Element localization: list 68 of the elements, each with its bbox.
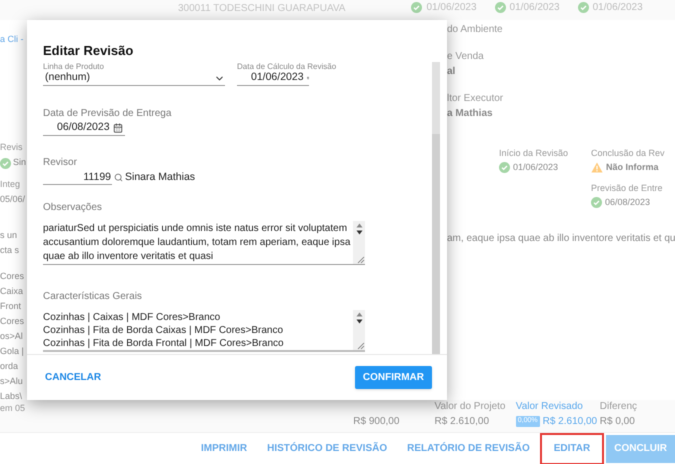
background-text: s un bbox=[0, 229, 18, 242]
background-text: 05/06/ bbox=[0, 193, 26, 206]
background-text: Sin bbox=[13, 156, 26, 170]
action-button[interactable]: IMPRIMIR bbox=[193, 434, 256, 462]
background-text: Gola | bbox=[0, 345, 24, 358]
field-label: Observações bbox=[43, 200, 103, 215]
date-value: 01/06/2023 bbox=[592, 1, 643, 15]
background-label: do Ambiente bbox=[447, 23, 504, 37]
background-label: e Venda bbox=[447, 50, 485, 64]
action-button[interactable]: HISTÓRICO DE REVISÃO bbox=[259, 434, 396, 462]
background-paragraph: am, eaque ipsa quae ab illo inventore veritatis et qu bbox=[447, 232, 675, 246]
product-line-select[interactable]: (nenhum) bbox=[43, 71, 225, 86]
value-amount: R$ 0,00 bbox=[600, 415, 635, 429]
background-text: Labs\ bbox=[0, 390, 22, 400]
check-circle-icon bbox=[499, 162, 510, 173]
resize-handle-icon[interactable] bbox=[357, 256, 365, 264]
value-amount: R$ 2.610,00 bbox=[434, 415, 490, 429]
scroll-down-icon[interactable] bbox=[356, 230, 362, 235]
background-text: Front bbox=[0, 300, 22, 314]
status-label: Previsão de Entre bbox=[591, 182, 664, 195]
background-text: s>Alu bbox=[0, 375, 23, 388]
action-button[interactable]: EDITAR bbox=[542, 434, 602, 462]
reviewer-code-field[interactable]: 11199 bbox=[43, 170, 112, 186]
field-label: Revisor bbox=[43, 156, 78, 170]
search-icon[interactable] bbox=[114, 173, 123, 182]
background-value: al bbox=[447, 65, 456, 79]
date-value: 01/06/2023 bbox=[426, 1, 477, 15]
background-value: a Mathias bbox=[447, 107, 494, 121]
notes-textarea[interactable]: pariaturSed ut perspiciatis unde omnis iste natus error sit voluptatem accusantium doloremque laudantium, totam rem aperiam, eaque ipsa quae ab illo inventore veritatis et quasi bbox=[43, 220, 365, 265]
date-value: 01/06/2023 bbox=[510, 1, 560, 15]
action-button[interactable]: RELATÓRIO DE REVISÃO bbox=[399, 434, 538, 462]
dialog-scrollbar[interactable] bbox=[432, 62, 440, 354]
field-label: Data de Previsão de Entrega bbox=[43, 107, 172, 121]
value-label: Diferenç bbox=[600, 400, 638, 414]
value-amount: R$ 2.610,00 bbox=[542, 415, 598, 429]
value-label: Valor Revisado bbox=[516, 400, 584, 414]
field-label: Linha de Produto bbox=[43, 62, 105, 71]
background-text: Caixa bbox=[0, 285, 24, 298]
background-text: Cores bbox=[0, 270, 24, 284]
background-text: Cores bbox=[0, 315, 24, 328]
status-value: 06/08/2023 bbox=[605, 196, 650, 208]
cancel-button[interactable]: CANCELAR bbox=[45, 366, 102, 389]
background-text: em 05 bbox=[0, 402, 26, 414]
status-label: Conclusão da Rev bbox=[591, 147, 666, 160]
characteristics-textarea[interactable]: Cozinhas | Caixas | MDF Cores>Branco Cozinhas | Fita de Borda Caixas | MDF Cores>Branco Cozinhas | Fita de Borda Frontal | MDF Cores>Branco bbox=[43, 310, 365, 352]
calc-date-field[interactable]: 01/06/2023 bbox=[237, 71, 309, 86]
background-text: cta s bbox=[0, 244, 20, 258]
warning-icon bbox=[591, 162, 603, 173]
status-value: Não Informa bbox=[606, 160, 659, 174]
status-value: 01/06/2023 bbox=[513, 160, 558, 174]
background-text: Integ bbox=[0, 178, 20, 192]
value-label: Valor do Projeto bbox=[434, 400, 506, 414]
dialog-title: Editar Revisão bbox=[43, 42, 134, 60]
field-label: Características Gerais bbox=[43, 290, 143, 304]
background-text: os>Al bbox=[0, 330, 23, 344]
breadcrumb-link[interactable]: a Cli - bbox=[0, 33, 24, 47]
status-label: Início da Revisão bbox=[499, 147, 570, 160]
background-text: orda bbox=[0, 360, 18, 374]
delivery-date-field[interactable]: 06/08/2023 bbox=[43, 121, 125, 136]
reviewer-name: Sinara Mathias bbox=[125, 170, 196, 185]
check-circle-icon bbox=[591, 196, 602, 208]
confirm-button[interactable]: CONFIRMAR bbox=[354, 366, 432, 389]
background-label: ltor Executor bbox=[447, 92, 504, 106]
value-amount: R$ 900,00 bbox=[353, 415, 400, 429]
scroll-down-icon[interactable] bbox=[356, 318, 362, 324]
resize-handle-icon[interactable] bbox=[357, 342, 365, 350]
background-text: Revis bbox=[0, 141, 23, 154]
field-label: Data de Cálculo da Revisão bbox=[237, 62, 338, 71]
